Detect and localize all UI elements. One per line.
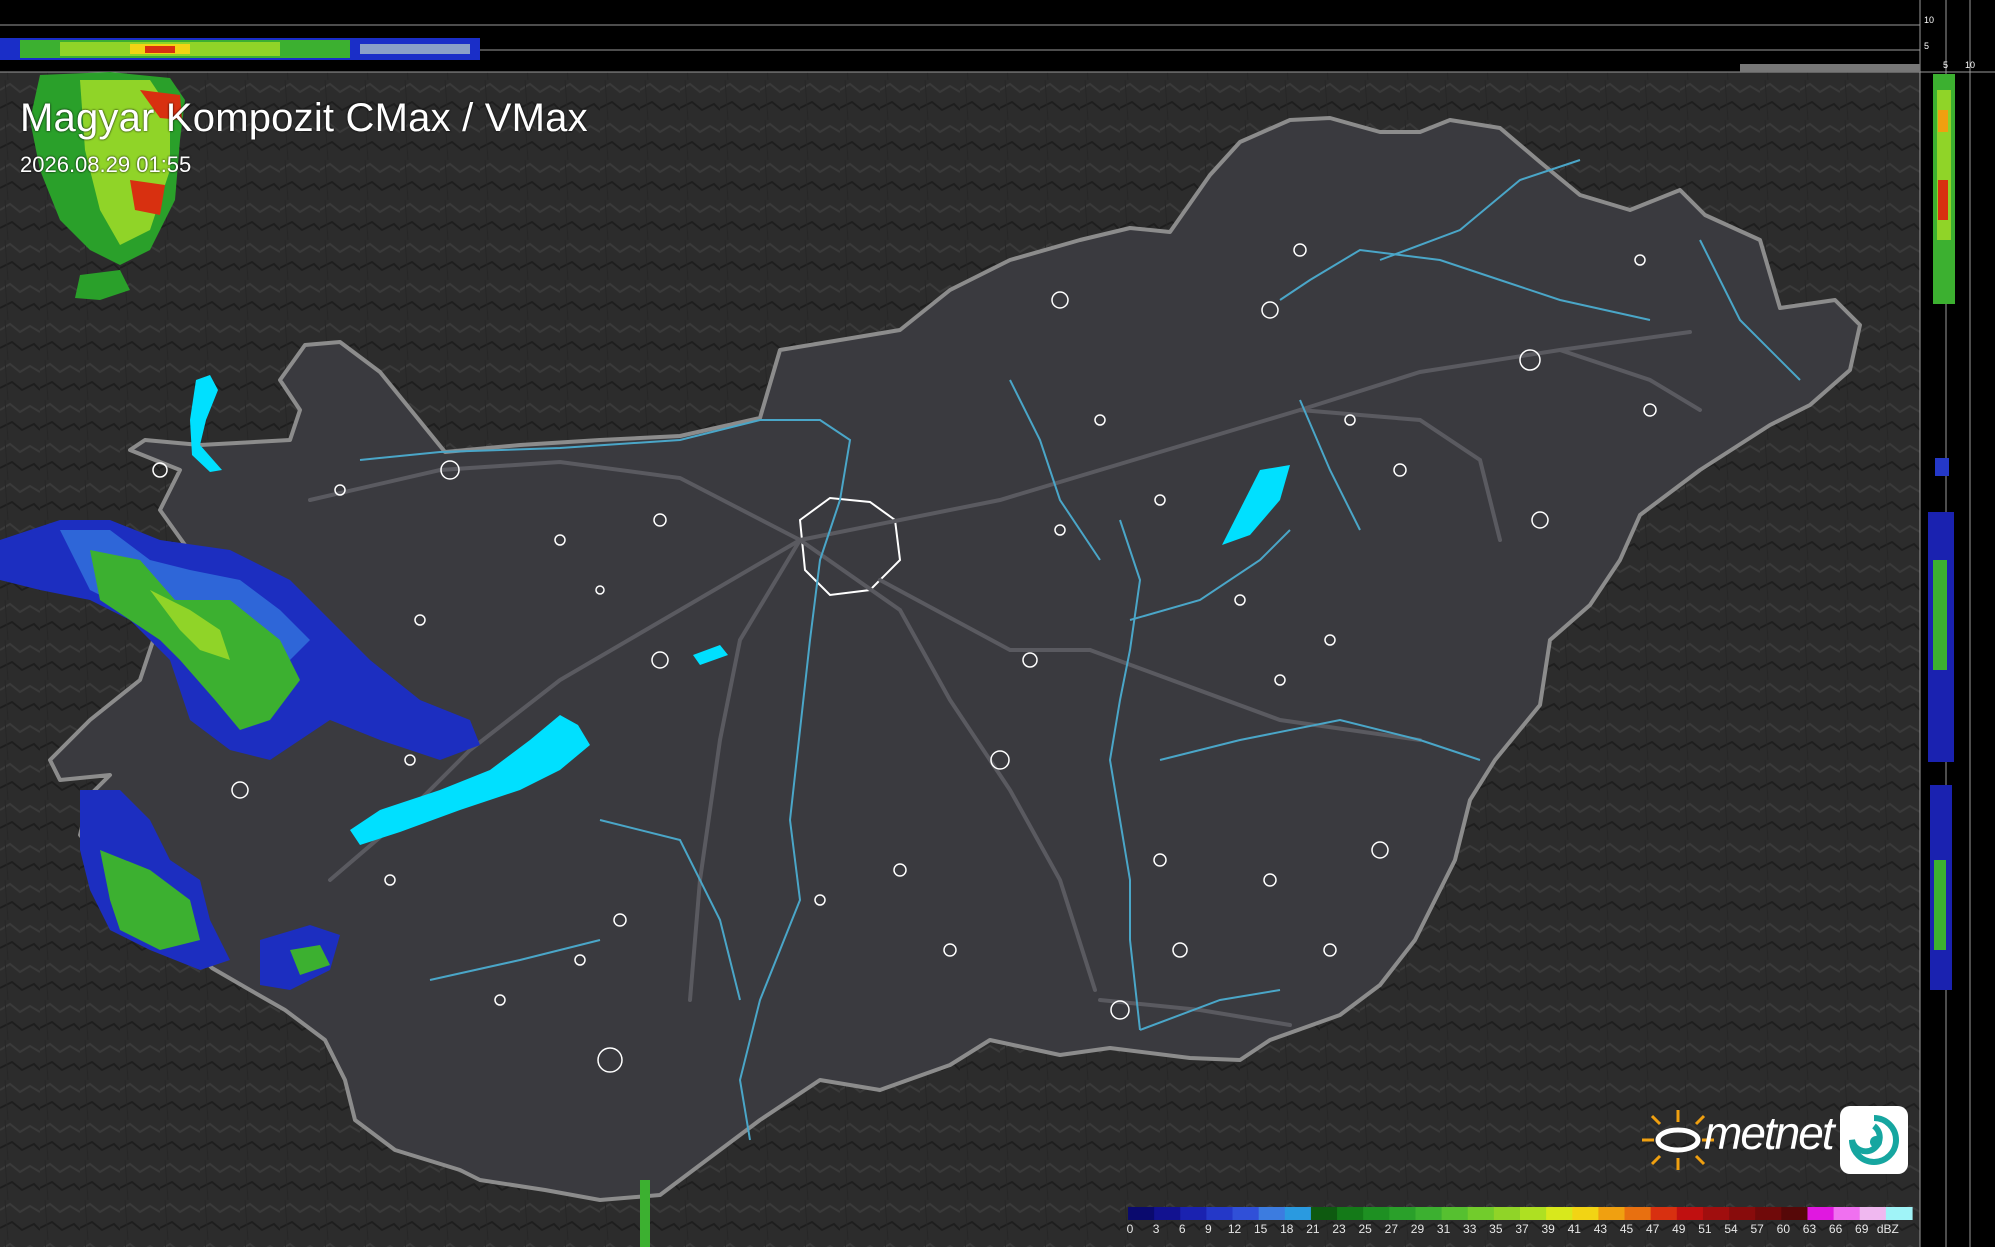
- scale-label: 47: [1645, 1222, 1660, 1236]
- side-ruler-tick-10: 10: [1965, 60, 1976, 70]
- scale-label: 54: [1724, 1222, 1738, 1236]
- scale-label: 63: [1802, 1222, 1817, 1236]
- scale-label: 69: [1855, 1222, 1869, 1236]
- scale-cell: [1676, 1207, 1704, 1220]
- map-timestamp: 2026.08.29 01:55: [20, 152, 192, 177]
- scale-cell: [1337, 1207, 1364, 1220]
- map-title: Magyar Kompozit CMax / VMax: [20, 96, 588, 140]
- scale-label: 51: [1698, 1222, 1712, 1236]
- top-ruler-tick-10: 10: [1924, 15, 1935, 25]
- scale-label: 43: [1593, 1222, 1608, 1236]
- dbz-scale-labels: 0 3 6 9 12 15 18 21 23 25 27 29 31 33 35 37 39 41 43 45 47 49…: [1126, 1222, 1918, 1242]
- scale-cell: [1885, 1207, 1913, 1220]
- scale-label: 6: [1178, 1222, 1186, 1236]
- scale-label: 41: [1567, 1222, 1581, 1236]
- scale-label: 66: [1828, 1222, 1843, 1236]
- scale-label: 33: [1463, 1222, 1477, 1236]
- radar-map-view: Magyar Kompozit CMax / VMax 2026.08.29 0…: [0, 0, 1995, 1247]
- scale-cell: [1180, 1207, 1207, 1220]
- scale-label: 23: [1332, 1222, 1346, 1236]
- scale-cell: [1546, 1207, 1573, 1220]
- scale-label: 18: [1280, 1222, 1294, 1236]
- scale-cell: [1389, 1207, 1417, 1220]
- scale-label: 25: [1358, 1222, 1372, 1236]
- metnet-swirl-icon: [1840, 1106, 1908, 1174]
- scale-cell: [1493, 1207, 1521, 1220]
- scale-cell: [1598, 1207, 1626, 1220]
- scale-label: 0: [1126, 1222, 1134, 1236]
- scale-cell: [1781, 1207, 1809, 1220]
- scale-label: 49: [1672, 1222, 1686, 1236]
- scale-cell: [1415, 1207, 1443, 1220]
- metnet-logo: metnet: [1636, 1102, 1911, 1180]
- metnet-brand-text: metnet: [1704, 1107, 1835, 1159]
- scale-cell: [1363, 1207, 1390, 1220]
- scale-label: 60: [1776, 1222, 1791, 1236]
- scale-cell: [1258, 1207, 1286, 1220]
- scale-cell: [1755, 1207, 1782, 1220]
- scale-label: 39: [1541, 1222, 1555, 1236]
- scale-cell: [1572, 1207, 1599, 1220]
- scale-cell: [1624, 1207, 1652, 1220]
- scale-label: 35: [1489, 1222, 1503, 1236]
- scale-label: 12: [1227, 1222, 1242, 1236]
- scale-cell: [1729, 1207, 1756, 1220]
- scale-label: 3: [1152, 1222, 1160, 1236]
- scale-cell: [1232, 1207, 1260, 1220]
- scale-cell: [1520, 1207, 1547, 1220]
- scale-label: 57: [1750, 1222, 1764, 1236]
- scale-label: 29: [1410, 1222, 1425, 1236]
- scale-label: 31: [1436, 1222, 1451, 1236]
- scale-cell: [1833, 1207, 1861, 1220]
- side-ruler-tick-5: 5: [1943, 60, 1949, 70]
- scale-cell: [1206, 1207, 1234, 1220]
- scale-cell: [1467, 1207, 1495, 1220]
- scale-label: 21: [1306, 1222, 1320, 1236]
- scale-cell: [1807, 1207, 1835, 1220]
- scale-cell: [1284, 1207, 1312, 1220]
- scale-cell: [1441, 1207, 1469, 1220]
- scale-unit-label: dBZ: [1876, 1222, 1899, 1236]
- scale-cell: [1154, 1207, 1181, 1220]
- scale-label: 45: [1619, 1222, 1634, 1236]
- scale-cell: [1702, 1207, 1730, 1220]
- scale-label: 37: [1515, 1222, 1529, 1236]
- scale-cell: [1310, 1207, 1338, 1220]
- scale-label: 27: [1384, 1222, 1399, 1236]
- dbz-color-scale: [1128, 1207, 1913, 1220]
- scale-label: 15: [1253, 1222, 1268, 1236]
- scale-cell: [1859, 1207, 1887, 1220]
- scale-label: 9: [1205, 1222, 1212, 1236]
- top-profile-strip: [0, 0, 1920, 72]
- scale-cell: [1128, 1207, 1155, 1220]
- top-ruler-tick-5: 5: [1924, 41, 1930, 51]
- scale-cell: [1650, 1207, 1678, 1220]
- radar-map-canvas: [0, 0, 1995, 1247]
